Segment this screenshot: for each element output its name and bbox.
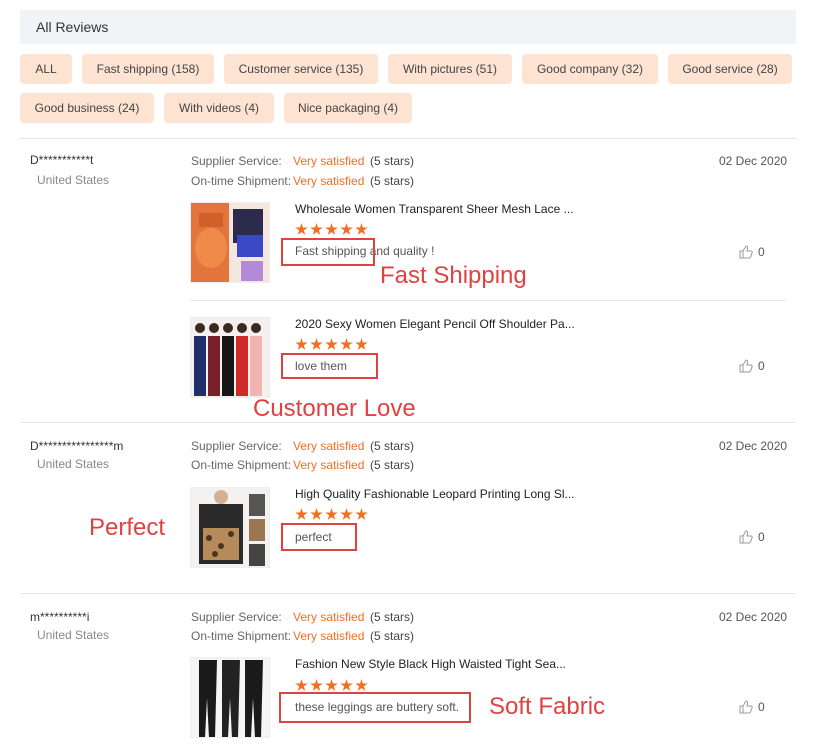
product-rating bbox=[295, 508, 368, 521]
product-title[interactable]: Fashion New Style Black High Waisted Tig… bbox=[295, 657, 566, 671]
thumbs-up-icon[interactable] bbox=[739, 700, 753, 714]
annotation-label: Customer Love bbox=[253, 395, 416, 422]
filter-chip-good-business[interactable]: Good business (24) bbox=[20, 93, 154, 123]
supplier-service-value: Very satisfied bbox=[293, 154, 365, 168]
supplier-service-value: Very satisfied bbox=[293, 610, 365, 624]
filter-chip-with-videos[interactable]: With videos (4) bbox=[164, 93, 274, 123]
page-title: All Reviews bbox=[36, 19, 109, 35]
star-icon bbox=[325, 508, 338, 520]
annotation-highlight-box bbox=[281, 523, 357, 551]
supplier-service-stars: (5 stars) bbox=[370, 610, 415, 624]
product-title[interactable]: High Quality Fashionable Leopard Printin… bbox=[295, 487, 575, 501]
annotation-label: Fast Shipping bbox=[380, 262, 527, 289]
star-icon bbox=[355, 223, 368, 235]
star-icon bbox=[310, 338, 323, 350]
star-icon bbox=[295, 508, 308, 520]
thumbs-up-icon[interactable] bbox=[739, 359, 753, 373]
item-divider bbox=[190, 300, 786, 301]
like-count: 0 bbox=[758, 245, 765, 259]
product-thumbnail[interactable] bbox=[190, 487, 270, 568]
shipment-label: On-time Shipment: bbox=[191, 629, 292, 643]
black-leggings-photo-icon bbox=[191, 658, 269, 737]
supplier-service-label: Supplier Service: bbox=[191, 610, 282, 624]
section-divider bbox=[20, 138, 796, 139]
shipment-label: On-time Shipment: bbox=[191, 458, 292, 472]
star-icon bbox=[295, 338, 308, 350]
star-icon bbox=[340, 338, 353, 350]
review-date: 02 Dec 2020 bbox=[719, 154, 788, 168]
annotation-label: Soft Fabric bbox=[489, 693, 606, 720]
product-title[interactable]: Wholesale Women Transparent Sheer Mesh L… bbox=[295, 202, 574, 216]
filter-chip-with-pictures[interactable]: With pictures (51) bbox=[388, 54, 512, 84]
product-rating bbox=[295, 679, 368, 692]
filter-chip-all[interactable]: ALL bbox=[20, 54, 72, 84]
like-count: 0 bbox=[758, 700, 765, 714]
like-count: 0 bbox=[758, 359, 765, 373]
product-rating bbox=[295, 338, 368, 351]
product-thumbnail[interactable] bbox=[190, 202, 270, 283]
star-icon bbox=[355, 338, 368, 350]
shipment-stars: (5 stars) bbox=[370, 458, 415, 472]
star-icon bbox=[310, 223, 323, 235]
annotation-highlight-box bbox=[281, 238, 375, 266]
reviewer-country: United States bbox=[37, 628, 110, 642]
reviewer-name: D****************m bbox=[30, 439, 124, 453]
shipment-label: On-time Shipment: bbox=[191, 174, 292, 188]
supplier-service-stars: (5 stars) bbox=[370, 439, 415, 453]
star-icon bbox=[355, 679, 368, 691]
star-icon bbox=[325, 679, 338, 691]
shipment-stars: (5 stars) bbox=[370, 174, 415, 188]
shipment-value: Very satisfied bbox=[293, 458, 365, 472]
annotation-highlight-box bbox=[281, 353, 378, 379]
like-count: 0 bbox=[758, 530, 765, 544]
product-thumbnail[interactable] bbox=[190, 657, 270, 738]
review-divider bbox=[20, 422, 796, 423]
star-icon bbox=[325, 223, 338, 235]
star-icon bbox=[355, 508, 368, 520]
reviewer-country: United States bbox=[37, 457, 110, 471]
star-icon bbox=[295, 679, 308, 691]
thumbs-up-icon[interactable] bbox=[739, 245, 753, 259]
review-date: 02 Dec 2020 bbox=[719, 439, 788, 453]
product-title[interactable]: 2020 Sexy Women Elegant Pencil Off Shoul… bbox=[295, 317, 575, 331]
supplier-service-label: Supplier Service: bbox=[191, 154, 282, 168]
shipment-value: Very satisfied bbox=[293, 629, 365, 643]
supplier-service-label: Supplier Service: bbox=[191, 439, 282, 453]
product-thumbnail[interactable] bbox=[190, 317, 270, 398]
leopard-hoodie-photo-icon bbox=[191, 488, 269, 567]
reviewer-country: United States bbox=[37, 173, 110, 187]
star-icon bbox=[310, 679, 323, 691]
thumbs-up-icon[interactable] bbox=[739, 530, 753, 544]
supplier-service-stars: (5 stars) bbox=[370, 154, 415, 168]
filter-chip-fast-shipping[interactable]: Fast shipping (158) bbox=[82, 54, 214, 84]
star-icon bbox=[325, 338, 338, 350]
product-rating bbox=[295, 223, 368, 236]
supplier-service-value: Very satisfied bbox=[293, 439, 365, 453]
star-icon bbox=[295, 223, 308, 235]
star-icon bbox=[340, 679, 353, 691]
reviewer-name: m**********i bbox=[30, 610, 90, 624]
filter-chip-good-company[interactable]: Good company (32) bbox=[522, 54, 658, 84]
filter-chip-nice-packaging[interactable]: Nice packaging (4) bbox=[284, 93, 412, 123]
annotation-highlight-box bbox=[279, 692, 471, 723]
dress-lineup-photo-icon bbox=[191, 318, 269, 397]
shipment-value: Very satisfied bbox=[293, 174, 365, 188]
star-icon bbox=[340, 223, 353, 235]
star-icon bbox=[340, 508, 353, 520]
annotation-label: Perfect bbox=[89, 514, 166, 541]
filter-chip-customer-service[interactable]: Customer service (135) bbox=[224, 54, 378, 84]
orange-lace-set-photo-icon bbox=[191, 203, 269, 282]
star-icon bbox=[310, 508, 323, 520]
filter-chip-good-service[interactable]: Good service (28) bbox=[668, 54, 792, 84]
reviews-header: All Reviews bbox=[20, 10, 796, 44]
review-divider bbox=[20, 593, 796, 594]
review-date: 02 Dec 2020 bbox=[719, 610, 788, 624]
reviewer-name: D***********t bbox=[30, 153, 94, 167]
shipment-stars: (5 stars) bbox=[370, 629, 415, 643]
